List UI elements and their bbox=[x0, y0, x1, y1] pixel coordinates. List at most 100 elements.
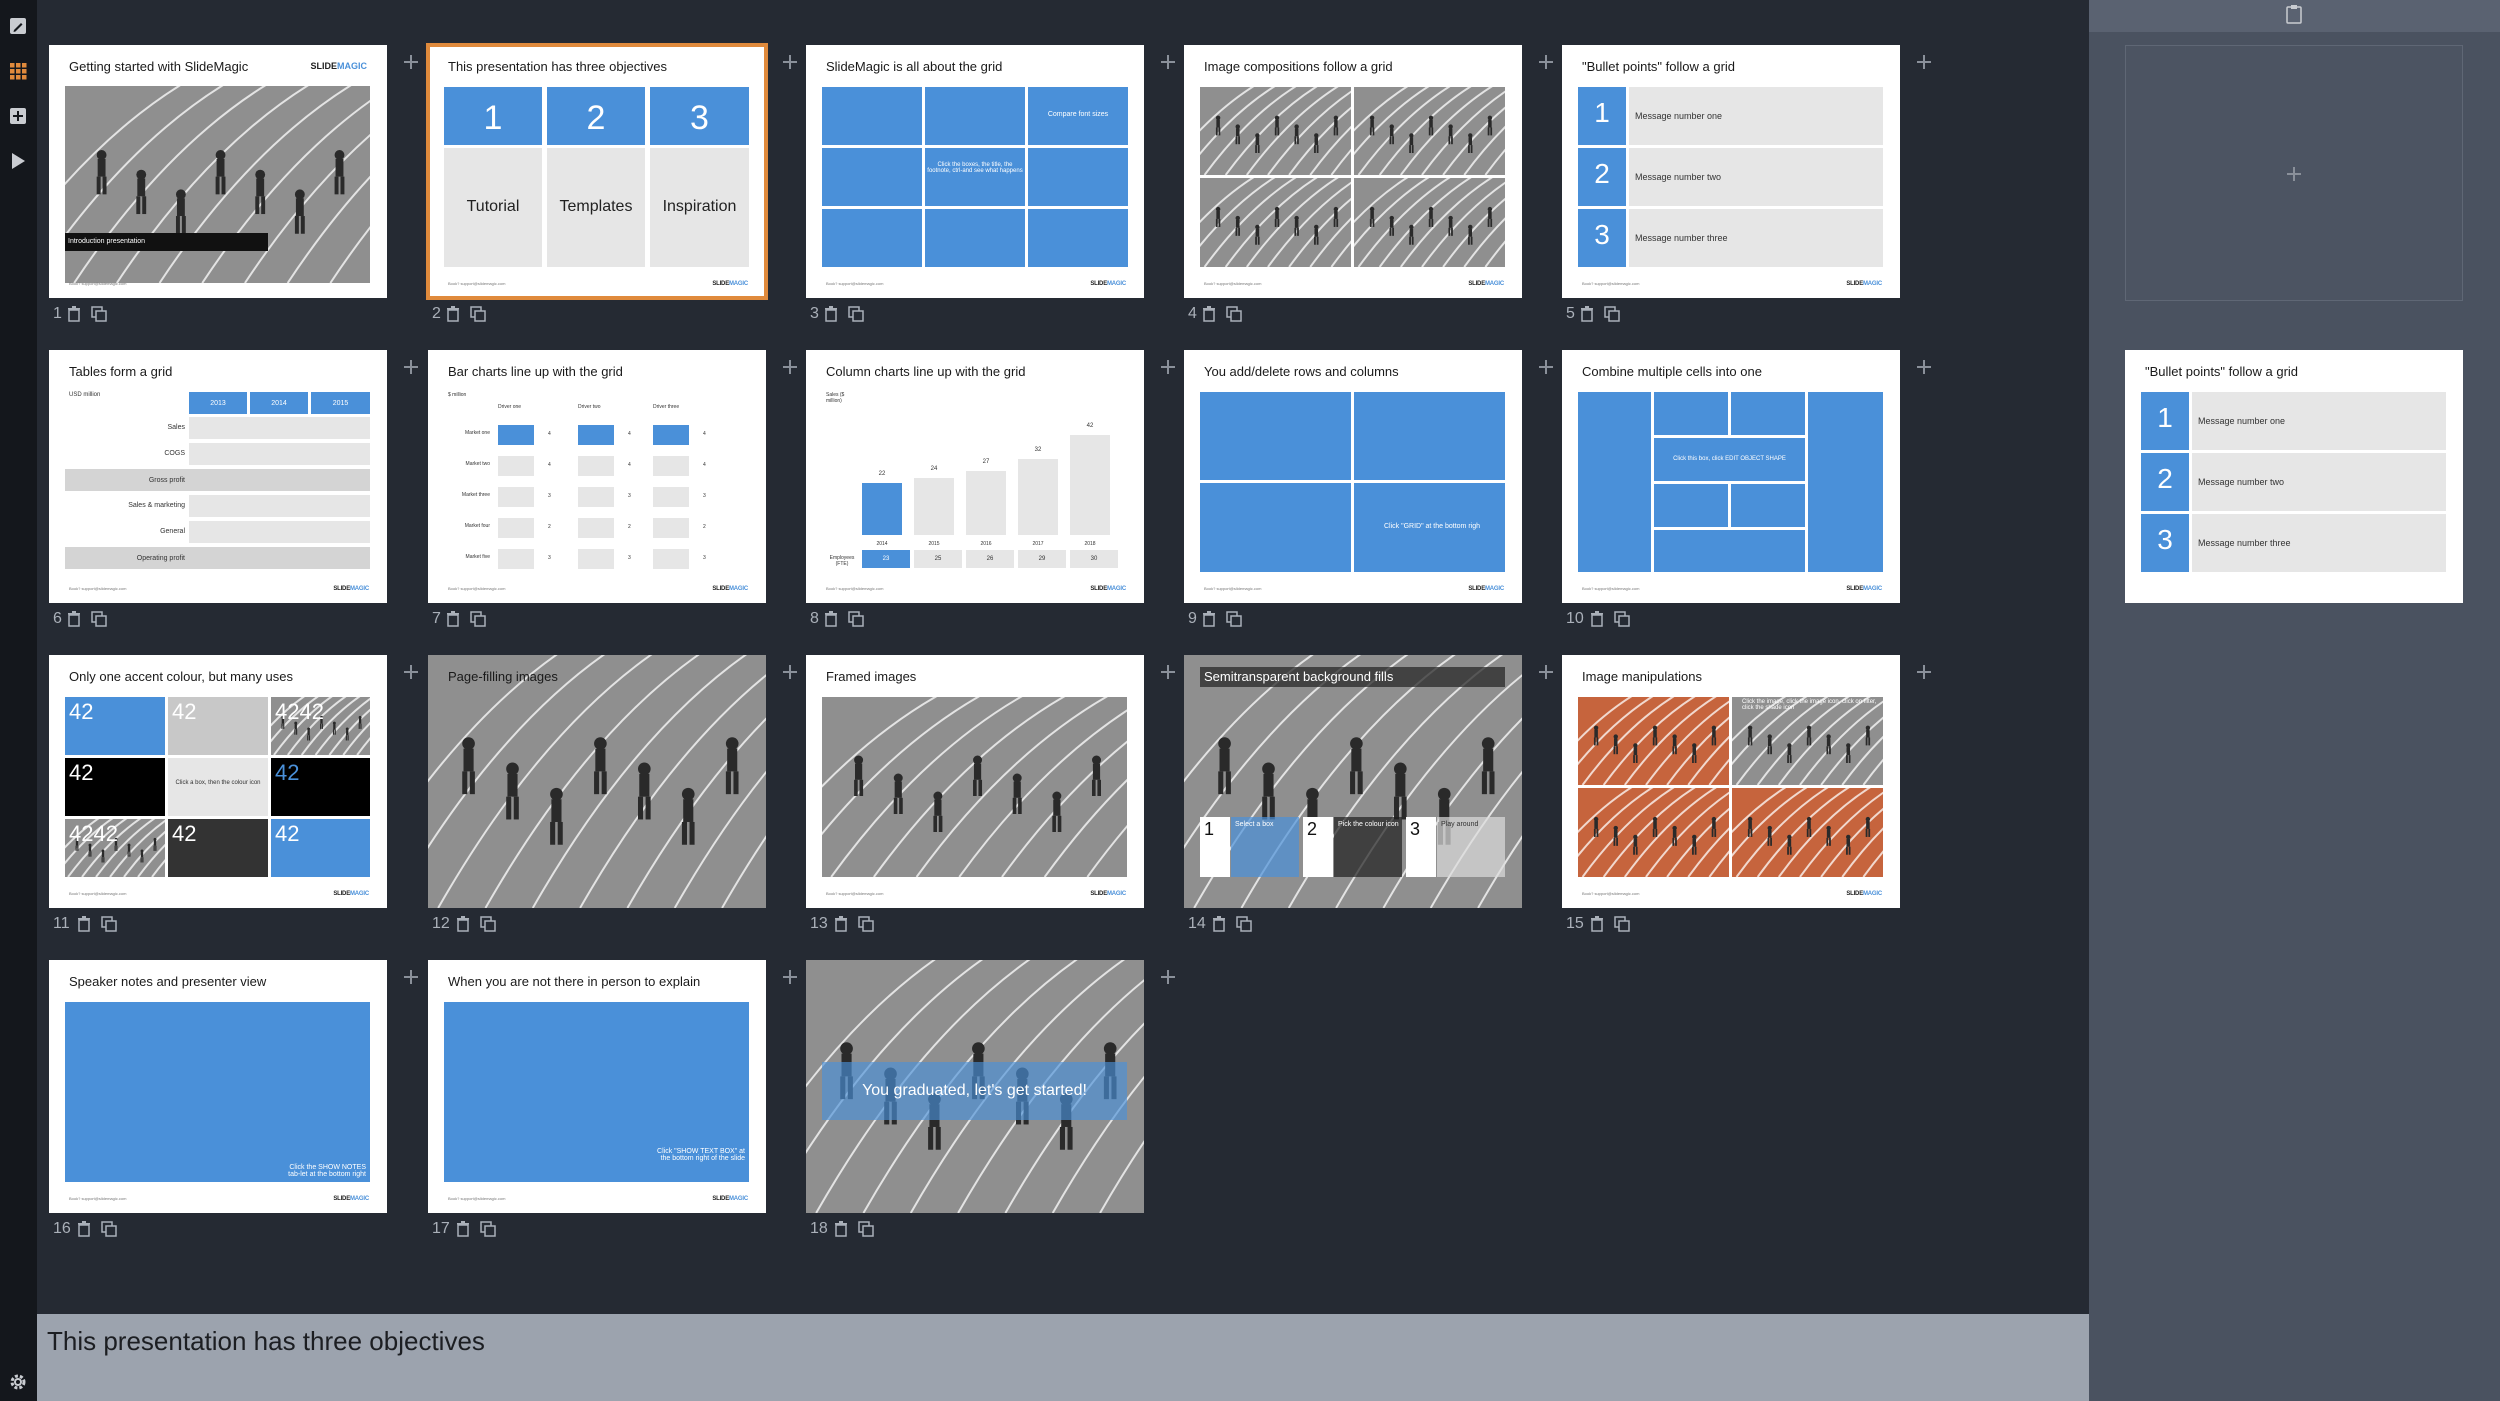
slide-thumbnail[interactable]: Combine multiple cells into one Click th… bbox=[1562, 350, 1900, 603]
slide-footer: Book? support@slidemagic.com bbox=[69, 1196, 127, 1201]
duplicate-icon[interactable] bbox=[480, 916, 496, 932]
slide-thumbnail[interactable]: SlideMagic is all about the grid Compare… bbox=[806, 45, 1144, 298]
duplicate-icon[interactable] bbox=[91, 611, 107, 627]
delete-icon[interactable] bbox=[834, 1221, 848, 1237]
clipboard-icon[interactable] bbox=[2286, 4, 2302, 24]
delete-icon[interactable] bbox=[834, 916, 848, 932]
column-bar bbox=[1018, 458, 1058, 535]
duplicate-icon[interactable] bbox=[848, 611, 864, 627]
slide-thumbnail[interactable]: Column charts line up with the grid Sale… bbox=[806, 350, 1144, 603]
slide-thumbnail[interactable]: Speaker notes and presenter view Click t… bbox=[49, 960, 387, 1213]
column-value: 24 bbox=[930, 465, 938, 472]
slide-number: 5 bbox=[1566, 305, 1575, 322]
delete-icon[interactable] bbox=[1202, 611, 1216, 627]
delete-icon[interactable] bbox=[456, 916, 470, 932]
notes-bar[interactable]: This presentation has three objectives bbox=[37, 1314, 2089, 1401]
insert-slide-icon[interactable] bbox=[1535, 356, 1557, 378]
bar bbox=[498, 456, 534, 476]
insert-slide-icon[interactable] bbox=[1913, 356, 1935, 378]
slide-thumbnail[interactable]: Only one accent colour, but many uses 42… bbox=[49, 655, 387, 908]
year-label: 2015 bbox=[928, 541, 940, 547]
delete-icon[interactable] bbox=[77, 1221, 91, 1237]
delete-icon[interactable] bbox=[1212, 916, 1226, 932]
insert-slide-icon[interactable] bbox=[1913, 51, 1935, 73]
duplicate-icon[interactable] bbox=[470, 306, 486, 322]
insert-slide-icon[interactable] bbox=[400, 356, 422, 378]
insert-slide-icon[interactable] bbox=[400, 966, 422, 988]
insert-slide-icon[interactable] bbox=[1535, 51, 1557, 73]
duplicate-icon[interactable] bbox=[101, 1221, 117, 1237]
settings-button[interactable] bbox=[0, 1364, 37, 1400]
market-label: Market three bbox=[461, 492, 490, 498]
insert-slide-icon[interactable] bbox=[779, 356, 801, 378]
slide-thumbnail[interactable]: Image manipulations Click the image, cli… bbox=[1562, 655, 1900, 908]
delete-icon[interactable] bbox=[824, 611, 838, 627]
bar-value: 4 bbox=[703, 462, 706, 468]
delete-icon[interactable] bbox=[67, 611, 81, 627]
slide-thumbnail[interactable]: When you are not there in person to expl… bbox=[428, 960, 766, 1213]
slide-thumbnail[interactable]: You add/delete rows and columns Click "G… bbox=[1184, 350, 1522, 603]
slide-thumbnail[interactable]: This presentation has three objectives 1… bbox=[426, 43, 768, 300]
paste-drop-zone[interactable] bbox=[2125, 45, 2463, 301]
duplicate-icon[interactable] bbox=[1604, 306, 1620, 322]
add-icon[interactable] bbox=[2283, 163, 2305, 185]
duplicate-icon[interactable] bbox=[91, 306, 107, 322]
insert-slide-icon[interactable] bbox=[1913, 661, 1935, 683]
slide-thumbnail[interactable]: Page-filling images bbox=[428, 655, 766, 908]
duplicate-icon[interactable] bbox=[1226, 306, 1242, 322]
insert-slide-icon[interactable] bbox=[779, 661, 801, 683]
track-lines bbox=[1200, 178, 1351, 267]
play-button[interactable] bbox=[0, 143, 37, 179]
add-slide-button[interactable] bbox=[0, 98, 37, 134]
delete-icon[interactable] bbox=[1590, 611, 1604, 627]
delete-icon[interactable] bbox=[1590, 916, 1604, 932]
insert-slide-icon[interactable] bbox=[779, 966, 801, 988]
slide-thumbnail[interactable]: Image compositions follow a grid Book? s… bbox=[1184, 45, 1522, 298]
insert-slide-icon[interactable] bbox=[400, 661, 422, 683]
delete-icon[interactable] bbox=[1580, 306, 1594, 322]
bar-value: 2 bbox=[628, 524, 631, 530]
duplicate-icon[interactable] bbox=[470, 611, 486, 627]
insert-slide-icon[interactable] bbox=[400, 51, 422, 73]
delete-icon[interactable] bbox=[67, 306, 81, 322]
slide-thumbnail[interactable]: Tables form a grid USD million 2013 2014… bbox=[49, 350, 387, 603]
edit-button[interactable] bbox=[0, 8, 37, 44]
bar bbox=[578, 456, 614, 476]
duplicate-icon[interactable] bbox=[1614, 916, 1630, 932]
slide-meta: 5 bbox=[1566, 303, 1686, 325]
delete-icon[interactable] bbox=[1202, 306, 1216, 322]
insert-slide-icon[interactable] bbox=[1535, 661, 1557, 683]
duplicate-icon[interactable] bbox=[858, 1221, 874, 1237]
clipboard-slide-preview[interactable]: "Bullet points" follow a grid 1 Message … bbox=[2125, 350, 2463, 603]
slide-thumbnail[interactable]: Bar charts line up with the grid $ milli… bbox=[428, 350, 766, 603]
insert-slide-icon[interactable] bbox=[1157, 51, 1179, 73]
duplicate-icon[interactable] bbox=[101, 916, 117, 932]
duplicate-icon[interactable] bbox=[1614, 611, 1630, 627]
duplicate-icon[interactable] bbox=[858, 916, 874, 932]
slide-thumbnail[interactable]: You graduated, let's get started! bbox=[806, 960, 1144, 1213]
delete-icon[interactable] bbox=[77, 916, 91, 932]
duplicate-icon[interactable] bbox=[1226, 611, 1242, 627]
delete-icon[interactable] bbox=[824, 306, 838, 322]
market-label: Market two bbox=[465, 461, 490, 467]
slide-thumbnail[interactable]: Semitransparent background fills 1 Selec… bbox=[1184, 655, 1522, 908]
duplicate-icon[interactable] bbox=[1236, 916, 1252, 932]
slide-thumbnail[interactable]: "Bullet points" follow a grid 1 Message … bbox=[1562, 45, 1900, 298]
insert-slide-icon[interactable] bbox=[1157, 966, 1179, 988]
insert-slide-icon[interactable] bbox=[779, 51, 801, 73]
insert-slide-icon[interactable] bbox=[1157, 356, 1179, 378]
track-lines bbox=[1354, 178, 1505, 267]
delete-icon[interactable] bbox=[446, 306, 460, 322]
delete-icon[interactable] bbox=[446, 611, 460, 627]
year-label: 2016 bbox=[980, 541, 992, 547]
slide-thumbnail[interactable]: Framed images Book? support@slidemagic.c… bbox=[806, 655, 1144, 908]
delete-icon[interactable] bbox=[456, 1221, 470, 1237]
slide-title: This presentation has three objectives bbox=[448, 59, 667, 74]
insert-slide-icon[interactable] bbox=[1157, 661, 1179, 683]
duplicate-icon[interactable] bbox=[480, 1221, 496, 1237]
slide-thumbnail[interactable]: Getting started with SlideMagic SLIDEMAG… bbox=[49, 45, 387, 298]
duplicate-icon[interactable] bbox=[848, 306, 864, 322]
grid-view-button[interactable] bbox=[0, 53, 37, 89]
slide-meta: 10 bbox=[1566, 608, 1686, 630]
slide-number: 9 bbox=[1188, 610, 1197, 627]
